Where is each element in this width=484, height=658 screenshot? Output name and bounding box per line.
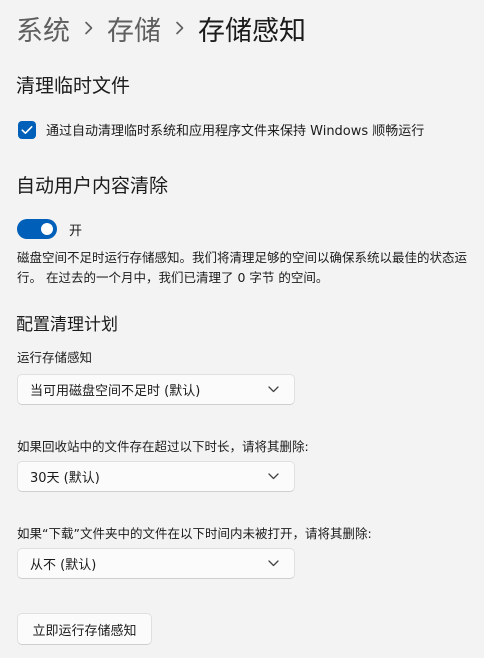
checkmark-icon xyxy=(21,125,33,134)
auto-cleanup-description: 磁盘空间不足时运行存储感知。我们将清理足够的空间以确保系统以最佳的状态运行。 在… xyxy=(17,250,468,285)
breadcrumb: 系统 存储 存储感知 xyxy=(16,6,306,50)
downloads-dropdown[interactable]: 从不 (默认) xyxy=(17,548,295,579)
auto-cleanup-toggle[interactable] xyxy=(17,219,57,239)
chevron-right-icon xyxy=(175,21,184,35)
breadcrumb-item-storage[interactable]: 存储 xyxy=(107,9,161,48)
schedule-heading: 配置清理计划 xyxy=(16,315,118,335)
toggle-state-label: 开 xyxy=(69,223,83,239)
recycle-bin-dropdown[interactable]: 30天 (默认) xyxy=(17,461,295,492)
chevron-down-icon xyxy=(268,386,279,393)
run-storage-sense-value: 当可用磁盘空间不足时 (默认) xyxy=(30,384,201,399)
run-storage-sense-dropdown[interactable]: 当可用磁盘空间不足时 (默认) xyxy=(17,374,295,405)
temp-files-heading: 清理临时文件 xyxy=(16,75,131,97)
breadcrumb-item-system[interactable]: 系统 xyxy=(16,9,70,48)
temp-files-checkbox-label: 通过自动清理临时系统和应用程序文件来保持 Windows 顺畅运行 xyxy=(46,124,425,139)
run-storage-sense-now-button[interactable]: 立即运行存储感知 xyxy=(17,613,152,645)
auto-cleanup-toggle-row[interactable]: 开 xyxy=(17,219,82,239)
toggle-knob xyxy=(41,223,53,235)
run-storage-sense-label: 运行存储感知 xyxy=(17,350,93,365)
temp-files-checkbox[interactable] xyxy=(18,120,36,139)
chevron-right-icon xyxy=(84,21,93,35)
recycle-bin-label: 如果回收站中的文件存在超过以下时长，请将其删除: xyxy=(17,439,309,454)
temp-files-checkbox-row[interactable]: 通过自动清理临时系统和应用程序文件来保持 Windows 顺畅运行 xyxy=(18,120,424,139)
chevron-down-icon xyxy=(268,560,279,567)
downloads-label: 如果“下载”文件夹中的文件在以下时间内未被打开，请将其删除: xyxy=(17,526,372,541)
downloads-value: 从不 (默认) xyxy=(30,558,97,573)
auto-cleanup-heading: 自动用户内容清除 xyxy=(16,175,169,197)
recycle-bin-value: 30天 (默认) xyxy=(30,471,100,486)
chevron-down-icon xyxy=(268,473,279,480)
page-title: 存储感知 xyxy=(198,15,306,47)
